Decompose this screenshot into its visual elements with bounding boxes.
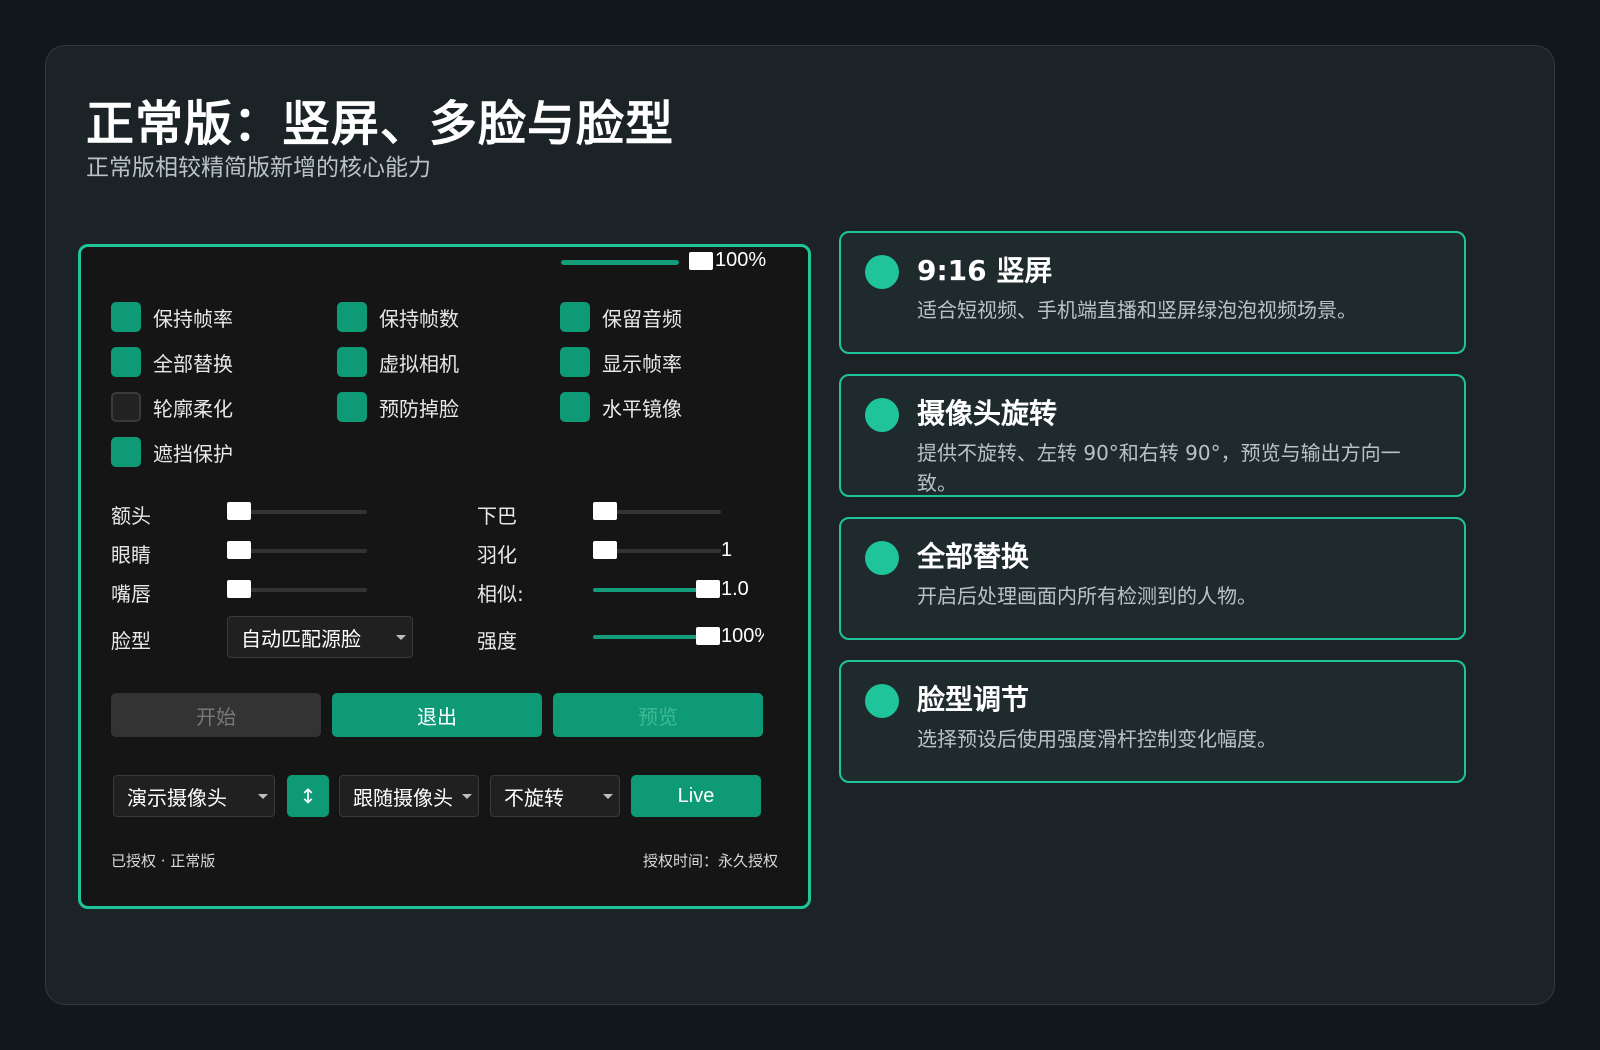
checkbox-show-fps[interactable]: 显示帧率 xyxy=(560,347,682,377)
eyes-label: 眼睛 xyxy=(111,543,151,567)
feature-title: 脸型调节 xyxy=(917,683,1030,716)
forehead-label: 额头 xyxy=(111,504,151,528)
swap-arrows-icon[interactable]: ↕ xyxy=(287,775,329,817)
checkbox-box[interactable] xyxy=(111,347,141,377)
rotation-select[interactable]: 不旋转 xyxy=(490,775,620,817)
checkbox-keep-frames[interactable]: 保持帧数 xyxy=(337,302,459,332)
checkbox-box[interactable] xyxy=(560,302,590,332)
checkbox-occlusion-protect[interactable]: 遮挡保护 xyxy=(111,437,233,467)
camera-select[interactable]: 演示摄像头 xyxy=(113,775,275,817)
strength-slider-knob[interactable] xyxy=(696,627,720,645)
checkbox-box[interactable] xyxy=(560,392,590,422)
follow-camera-value: 跟随摄像头 xyxy=(353,785,453,810)
feature-title: 全部替换 xyxy=(917,540,1030,573)
face-type-label: 脸型 xyxy=(111,629,151,653)
feather-value: 1 xyxy=(721,539,733,561)
checkbox-prevent-face-drop[interactable]: 预防掉脸 xyxy=(337,392,459,422)
feature-card: 脸型调节 选择预设后使用强度滑杆控制变化幅度。 xyxy=(839,660,1466,783)
face-type-value: 自动匹配源脸 xyxy=(241,626,361,651)
bullet-dot-icon xyxy=(865,541,899,575)
follow-camera-select[interactable]: 跟随摄像头 xyxy=(339,775,479,817)
feature-title: 摄像头旋转 xyxy=(917,397,1058,430)
checkbox-label: 显示帧率 xyxy=(602,351,682,376)
feature-card: 全部替换 开启后处理画面内所有检测到的人物。 xyxy=(839,517,1466,640)
checkbox-label: 遮挡保护 xyxy=(153,441,233,466)
zoom-slider-knob[interactable] xyxy=(689,252,713,270)
checkbox-box[interactable] xyxy=(111,392,141,422)
similarity-slider-knob[interactable] xyxy=(696,580,720,598)
checkbox-keep-fps[interactable]: 保持帧率 xyxy=(111,302,233,332)
exit-button[interactable]: 退出 xyxy=(332,693,542,737)
checkbox-box[interactable] xyxy=(111,437,141,467)
similarity-value: 1.0 xyxy=(721,578,749,600)
live-button[interactable]: Live xyxy=(631,775,761,817)
app-window: 100% 保持帧率 保持帧数 保留音频 全部替换 虚拟相机 显示帧率 轮廓柔化 … xyxy=(78,244,811,909)
checkbox-keep-audio[interactable]: 保留音频 xyxy=(560,302,682,332)
checkbox-box[interactable] xyxy=(111,302,141,332)
chevron-down-icon xyxy=(603,794,613,799)
checkbox-label: 保持帧数 xyxy=(379,306,459,331)
chevron-down-icon xyxy=(396,635,406,640)
checkbox-label: 水平镜像 xyxy=(602,396,682,421)
feather-slider-knob[interactable] xyxy=(593,541,617,559)
checkbox-contour-soften[interactable]: 轮廓柔化 xyxy=(111,392,233,422)
lips-slider-knob[interactable] xyxy=(227,580,251,598)
feature-desc: 适合短视频、手机端直播和竖屏绿泡泡视频场景。 xyxy=(917,298,1357,322)
bullet-dot-icon xyxy=(865,684,899,718)
checkbox-label: 轮廓柔化 xyxy=(153,396,233,421)
chevron-down-icon xyxy=(258,794,268,799)
license-status: 已授权 · 正常版 xyxy=(111,852,216,870)
eyes-slider-knob[interactable] xyxy=(227,541,251,559)
start-button[interactable]: 开始 xyxy=(111,693,321,737)
checkbox-box[interactable] xyxy=(337,392,367,422)
checkbox-label: 虚拟相机 xyxy=(379,351,459,376)
checkbox-label: 全部替换 xyxy=(153,351,233,376)
feather-label: 羽化 xyxy=(477,543,517,567)
checkbox-horizontal-mirror[interactable]: 水平镜像 xyxy=(560,392,682,422)
checkbox-replace-all[interactable]: 全部替换 xyxy=(111,347,233,377)
bullet-dot-icon xyxy=(865,255,899,289)
chin-slider-knob[interactable] xyxy=(593,502,617,520)
preview-button[interactable]: 预览 xyxy=(553,693,763,737)
feature-title: 9:16 竖屏 xyxy=(917,254,1053,287)
auth-time: 授权时间：永久授权 xyxy=(642,852,778,870)
similarity-label: 相似: xyxy=(477,582,524,606)
checkbox-label: 保持帧率 xyxy=(153,306,233,331)
chevron-down-icon xyxy=(462,794,472,799)
page-title: 正常版：竖屏、多脸与脸型 xyxy=(86,96,675,152)
checkbox-box[interactable] xyxy=(560,347,590,377)
feature-desc: 提供不旋转、左转 90°和右转 90°，预览与输出方向一致。 xyxy=(917,441,1401,495)
lips-label: 嘴唇 xyxy=(111,582,151,606)
feature-card: 9:16 竖屏 适合短视频、手机端直播和竖屏绿泡泡视频场景。 xyxy=(839,231,1466,354)
bullet-dot-icon xyxy=(865,398,899,432)
feature-desc: 选择预设后使用强度滑杆控制变化幅度。 xyxy=(917,727,1277,751)
strength-value: 100% xyxy=(721,625,764,647)
slide: 正常版：竖屏、多脸与脸型 正常版相较精简版新增的核心能力 100% 保持帧率 保… xyxy=(45,45,1555,1005)
checkbox-label: 保留音频 xyxy=(602,306,682,331)
face-type-select[interactable]: 自动匹配源脸 xyxy=(227,616,413,658)
checkbox-label: 预防掉脸 xyxy=(379,396,459,421)
checkbox-box[interactable] xyxy=(337,347,367,377)
strength-label: 强度 xyxy=(477,629,517,653)
chin-label: 下巴 xyxy=(477,504,517,528)
zoom-label: 100% xyxy=(715,249,767,271)
feature-card: 摄像头旋转 提供不旋转、左转 90°和右转 90°，预览与输出方向一致。 xyxy=(839,374,1466,497)
zoom-slider-track[interactable] xyxy=(561,260,679,265)
camera-select-value: 演示摄像头 xyxy=(127,785,227,810)
page-subtitle: 正常版相较精简版新增的核心能力 xyxy=(86,155,431,181)
similarity-slider-track[interactable] xyxy=(593,588,709,592)
feature-desc: 开启后处理画面内所有检测到的人物。 xyxy=(917,584,1257,608)
checkbox-box[interactable] xyxy=(337,302,367,332)
checkbox-virtual-camera[interactable]: 虚拟相机 xyxy=(337,347,459,377)
rotation-value: 不旋转 xyxy=(504,785,564,810)
forehead-slider-knob[interactable] xyxy=(227,502,251,520)
strength-slider-track[interactable] xyxy=(593,635,709,639)
